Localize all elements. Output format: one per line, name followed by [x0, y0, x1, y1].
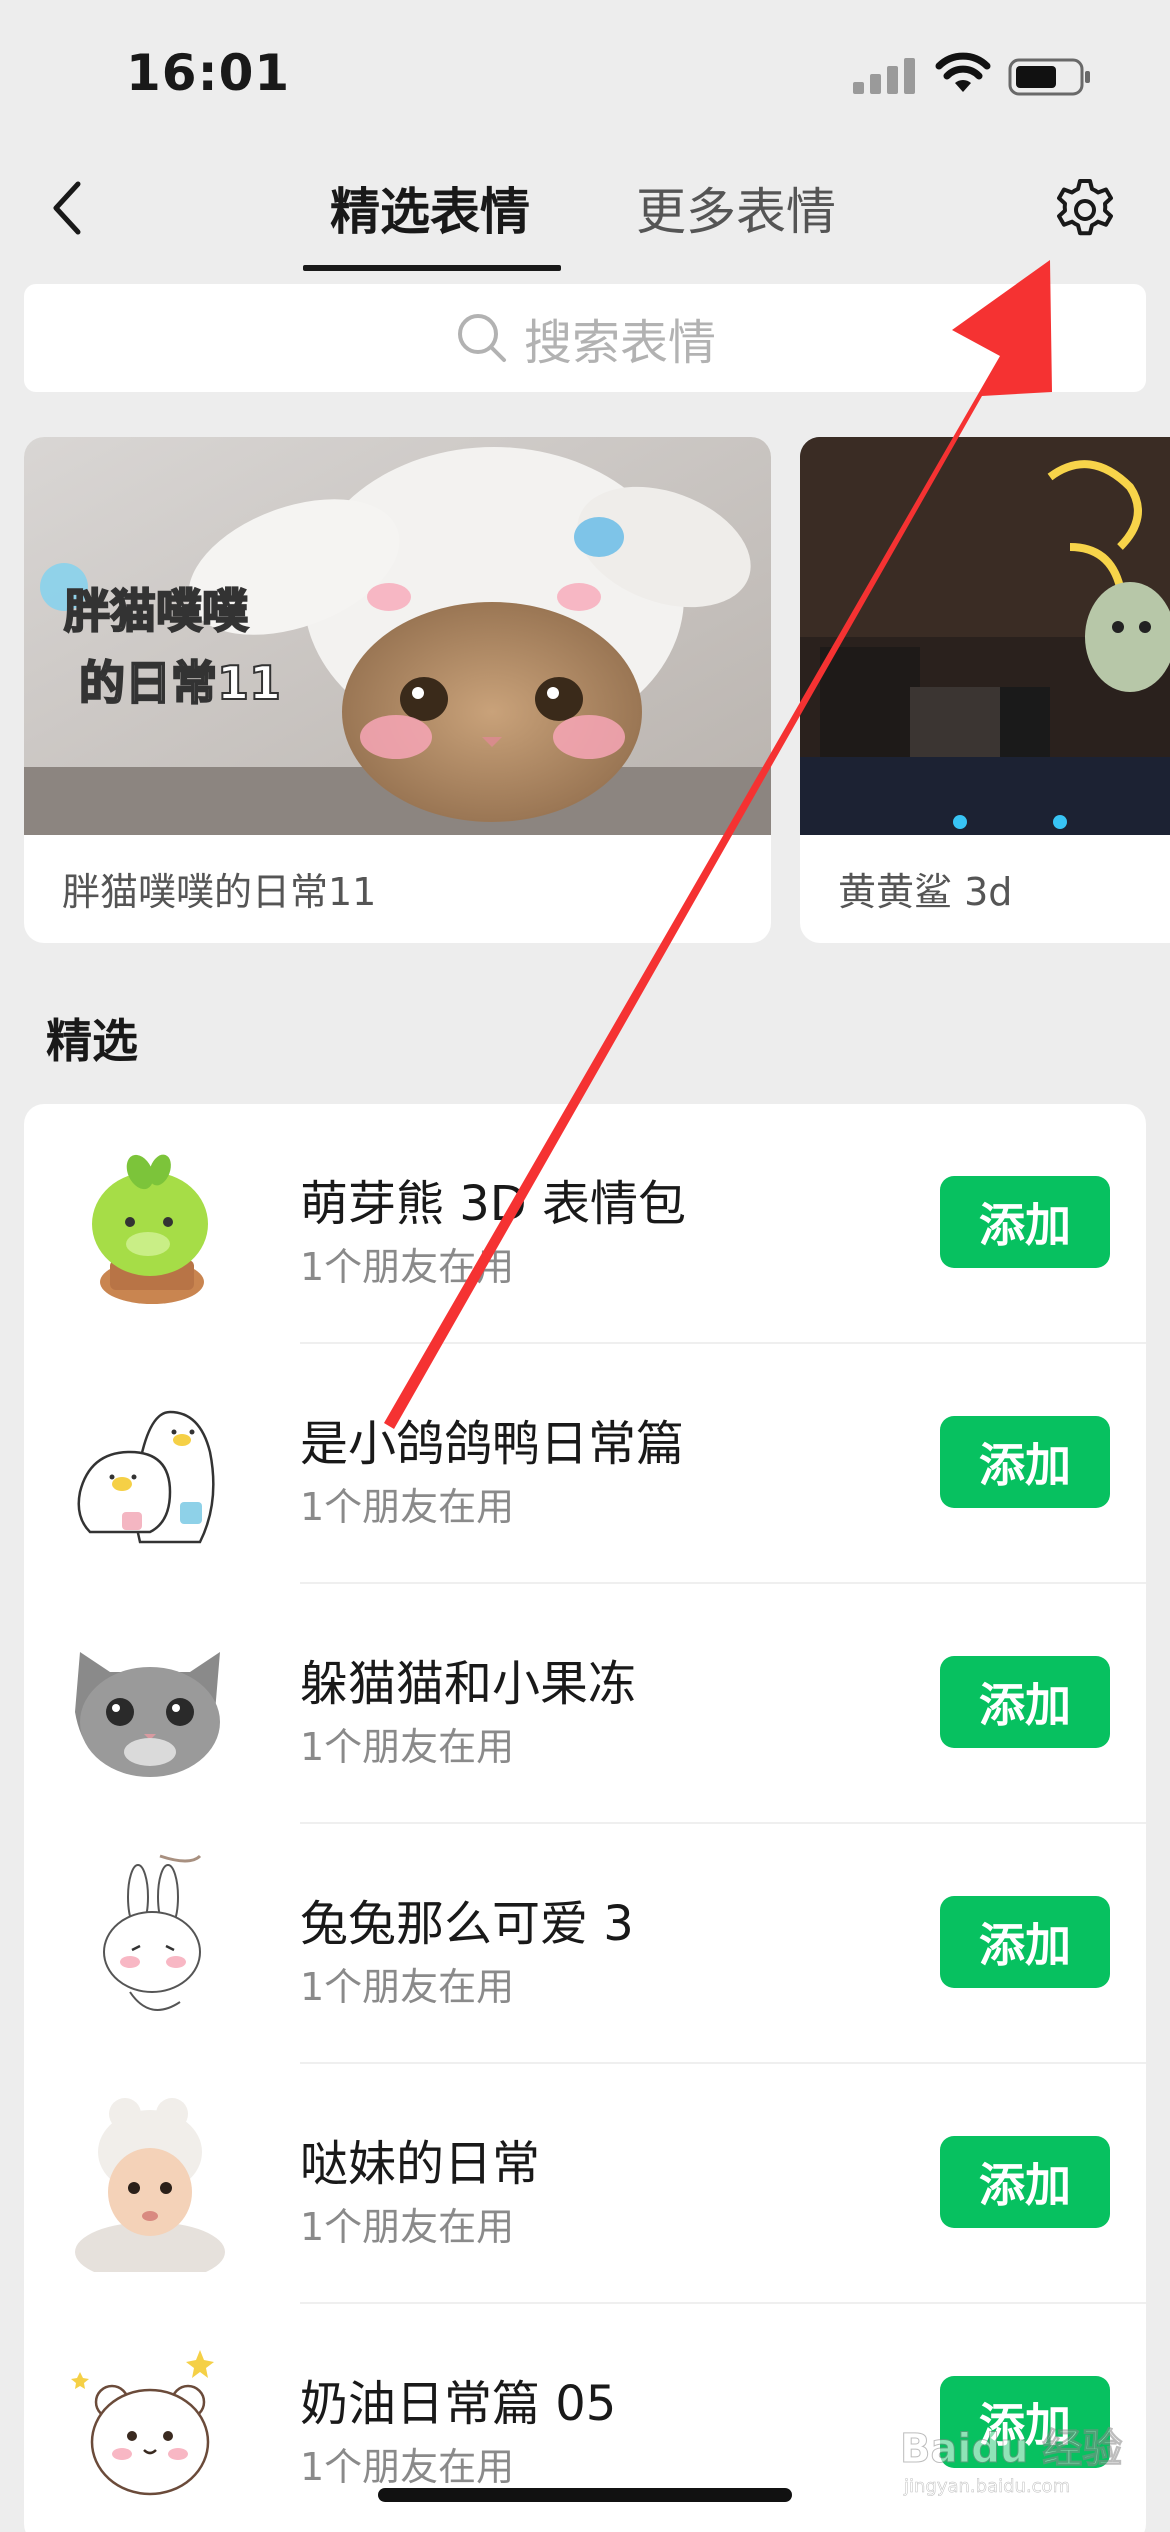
cream-bear-thumbnail: [71, 2350, 214, 2496]
pack-usage: 1个朋友在用: [300, 2205, 515, 2249]
pack-title: 哒妹的日常: [300, 2136, 541, 2192]
add-button[interactable]: 添加: [940, 1896, 1110, 1988]
wifi-icon: [935, 52, 991, 92]
banner-overlay-line1: 胖猫噗噗: [64, 584, 249, 638]
add-button[interactable]: 添加: [940, 2136, 1110, 2228]
add-button[interactable]: 添加: [940, 1416, 1110, 1508]
pack-usage: 1个朋友在用: [300, 1725, 515, 1769]
status-time: 16:01: [126, 44, 291, 102]
search-icon: [457, 314, 506, 362]
top-navigation: 精选表情 更多表情: [0, 150, 1170, 271]
pack-title: 奶油日常篇 05: [300, 2376, 617, 2432]
banner-caption: 胖猫噗噗的日常11: [62, 870, 377, 914]
pack-title: 萌芽熊 3D 表情包: [300, 1176, 687, 1232]
banner-card-fat-cat[interactable]: 胖猫噗噗 的日常11 胖猫噗噗的日常11: [24, 437, 771, 943]
pigeon-duck-thumbnail: [77, 1410, 215, 1544]
banner-overlay-line2: 的日常11: [79, 656, 281, 710]
signal-icon: [853, 58, 915, 94]
baby-thumbnail: [75, 2098, 225, 2272]
neon-stage-illustration: [800, 437, 1170, 835]
banner-image-cat: 胖猫噗噗 的日常11: [24, 437, 771, 835]
watermark-text: Baidu 经验: [900, 2426, 1122, 2472]
section-title-featured: 精选: [46, 1014, 138, 1068]
baidu-watermark: Baidu 经验 jingyan.baidu.com: [900, 2426, 1123, 2498]
tab-featured-stickers[interactable]: 精选表情: [330, 172, 530, 244]
pack-title: 是小鸽鸽鸭日常篇: [300, 1416, 685, 1472]
add-button[interactable]: 添加: [940, 1656, 1110, 1748]
pack-title: 兔兔那么可爱 3: [300, 1896, 634, 1952]
banner-card-yellow-shark[interactable]: 黄黄鲨 3d: [800, 437, 1170, 943]
pack-usage: 1个朋友在用: [300, 2445, 515, 2489]
search-bar[interactable]: 搜索表情: [24, 284, 1146, 392]
active-tab-indicator: [303, 265, 561, 271]
pack-usage: 1个朋友在用: [300, 1245, 515, 1289]
kitten-thumbnail: [75, 1652, 220, 1777]
cat-in-hood-illustration: 胖猫噗噗 的日常11: [24, 437, 771, 835]
list-item[interactable]: 躲猫猫和小果冻 1个朋友在用 添加: [24, 1584, 1146, 1824]
search-placeholder: 搜索表情: [523, 315, 716, 371]
list-item[interactable]: 兔兔那么可爱 3 1个朋友在用 添加: [24, 1824, 1146, 2064]
add-button[interactable]: 添加: [940, 1176, 1110, 1268]
pack-usage: 1个朋友在用: [300, 1965, 515, 2009]
sprout-bear-thumbnail: [92, 1154, 208, 1304]
pack-title: 躲猫猫和小果冻: [300, 1656, 637, 1712]
list-item[interactable]: 哒妹的日常 1个朋友在用 添加: [24, 2064, 1146, 2304]
sticker-store-page: 16:01 精选表情 更多表情 搜索表情 胖猫噗噗 的日常11 胖猫噗噗的日常1…: [0, 0, 1170, 2532]
list-item[interactable]: 萌芽熊 3D 表情包 1个朋友在用 添加: [24, 1104, 1146, 1344]
watermark-subtext: jingyan.baidu.com: [903, 2476, 1070, 2497]
list-item[interactable]: 是小鸽鸽鸭日常篇 1个朋友在用 添加: [24, 1344, 1146, 1584]
status-bar: 16:01: [0, 0, 1170, 140]
banner-image-shark: [800, 437, 1170, 835]
home-indicator: [378, 2488, 792, 2502]
tab-more-stickers[interactable]: 更多表情: [636, 172, 836, 244]
pack-usage: 1个朋友在用: [300, 1485, 515, 1529]
gear-icon[interactable]: [1050, 175, 1120, 245]
bunny-thumbnail: [103, 1854, 202, 2011]
battery-icon: [1008, 58, 1090, 96]
back-icon[interactable]: [44, 178, 94, 238]
banner-caption: 黄黄鲨 3d: [838, 870, 1013, 914]
sticker-pack-list: 萌芽熊 3D 表情包 1个朋友在用 添加 是小鸽鸽鸭日常篇 1个朋友在用 添加: [24, 1104, 1146, 2532]
